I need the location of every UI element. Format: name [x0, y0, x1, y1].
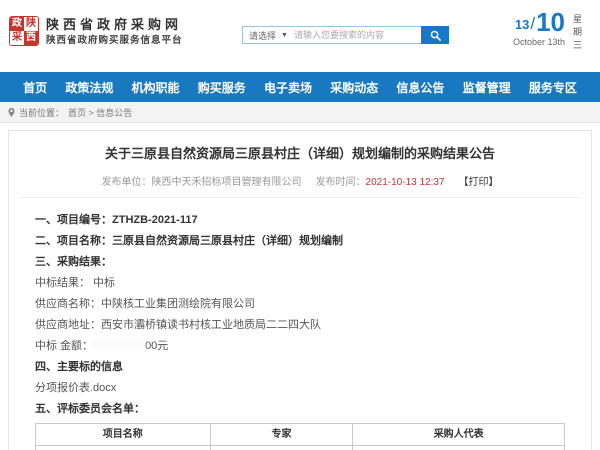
- article-body: 一、项目编号：ZTHZB-2021-117 二、项目名称：三原县自然资源局三原县…: [9, 198, 591, 450]
- site-title: 陕西省政府采购网: [46, 14, 182, 33]
- bid-amount-suffix: 00元: [145, 340, 168, 352]
- location-pin-icon: [8, 108, 15, 117]
- article-meta: 发布单位：陕西中天禾招标项目管理有限公司 发布时间：2021-10-13 12:3…: [9, 173, 591, 188]
- search-button[interactable]: [421, 26, 449, 44]
- logo-char: 西: [24, 31, 38, 45]
- chevron-down-icon: ▼: [281, 32, 288, 39]
- main-nav: 首页 政策法规 机构职能 购买服务 电子卖场 采购动态 信息公告 监督管理 服务…: [0, 72, 600, 102]
- site-logo: 政 陕 采 西: [9, 16, 39, 46]
- cell-experts: 崔芳芳、杜晓丽、魏晓英、吴枫彩、余杨文: [210, 446, 353, 450]
- date-english: October 13th: [503, 37, 565, 47]
- search-icon: [430, 30, 441, 41]
- nav-item-supervision[interactable]: 监督管理: [463, 79, 511, 96]
- nav-item-functions[interactable]: 机构职能: [132, 79, 180, 96]
- cell-project-name: 三原县自然资源局三原县村庄（详细）规划编制: [36, 446, 211, 450]
- date-month: 10: [536, 10, 565, 35]
- nav-item-announcements[interactable]: 信息公告: [396, 79, 444, 96]
- breadcrumb-path[interactable]: 首页 > 信息公告: [68, 106, 132, 119]
- article-title: 关于三原县自然资源局三原县村庄（详细）规划编制的采购结果公告: [9, 143, 591, 162]
- attachment-link[interactable]: 分项报价表.docx: [35, 381, 565, 395]
- supplier-name-line: 供应商名称：中陕核工业集团测绘院有限公司: [35, 297, 565, 311]
- nav-item-policies[interactable]: 政策法规: [65, 79, 113, 96]
- committee-table: 项目名称 专家 采购人代表 三原县自然资源局三原县村庄（详细）规划编制 崔芳芳、…: [35, 423, 565, 450]
- site-subtitle: 陕西省政府购买服务信息平台: [46, 32, 183, 46]
- logo-char: 采: [10, 31, 24, 45]
- table-row: 三原县自然资源局三原县村庄（详细）规划编制 崔芳芳、杜晓丽、魏晓英、吴枫彩、余杨…: [36, 446, 565, 450]
- weekday-label: 星期三: [572, 13, 583, 52]
- logo-char: 政: [10, 17, 24, 31]
- search-select-label: 请选择: [249, 29, 276, 42]
- table-header-row: 项目名称 专家 采购人代表: [36, 424, 565, 446]
- publish-time: 2021-10-13 12:37: [366, 177, 445, 188]
- search-bar: 请选择 ▼: [242, 26, 449, 44]
- main-subject-heading: 四、主要标的信息: [35, 360, 565, 374]
- date-numbers: 13 / 10: [503, 10, 565, 35]
- committee-heading: 五、评标委员会名单：: [35, 402, 565, 416]
- col-header-experts: 专家: [210, 424, 353, 446]
- col-header-purchaser-reps: 采购人代表: [353, 424, 565, 446]
- site-header: 政 陕 采 西 陕西省政府采购网 陕西省政府购买服务信息平台 请选择 ▼: [0, 0, 600, 72]
- project-name-line: 二、项目名称：三原县自然资源局三原县村庄（详细）规划编制: [35, 234, 565, 248]
- nav-item-service-zone[interactable]: 服务专区: [529, 79, 577, 96]
- breadcrumb-label: 当前位置：: [19, 106, 64, 119]
- cell-purchaser-reps: 李磊、路井涛: [353, 446, 565, 450]
- nav-item-home[interactable]: 首页: [23, 79, 47, 96]
- search-category-select[interactable]: 请选择 ▼: [243, 27, 294, 43]
- article-panel: 关于三原县自然资源局三原县村庄（详细）规划编制的采购结果公告 发布单位：陕西中天…: [8, 130, 592, 450]
- publisher-name: 陕西中天禾招标项目管理有限公司: [152, 177, 302, 188]
- logo-char: 陕: [24, 17, 38, 31]
- nav-item-e-marketplace[interactable]: 电子卖场: [264, 79, 312, 96]
- publish-time-label: 发布时间：: [316, 177, 366, 188]
- date-slash: /: [529, 14, 536, 35]
- bid-amount-line: 中标 金额： 00元: [35, 339, 565, 353]
- supplier-address-line: 供应商地址：西安市灞桥镇读书村核工业地质局二二四大队: [35, 318, 565, 332]
- project-number-line: 一、项目编号：ZTHZB-2021-117: [35, 213, 565, 227]
- print-button[interactable]: 【打印】: [458, 177, 498, 188]
- page: 政 陕 采 西 陕西省政府采购网 陕西省政府购买服务信息平台 请选择 ▼: [0, 0, 600, 450]
- date-block: 13 / 10 October 13th: [503, 10, 565, 47]
- bid-result-line: 中标结果： 中标: [35, 276, 565, 290]
- nav-item-purchase-services[interactable]: 购买服务: [198, 79, 246, 96]
- bid-amount-label: 中标 金额：: [35, 340, 93, 352]
- col-header-project-name: 项目名称: [36, 424, 211, 446]
- publisher-label: 发布单位：: [102, 177, 152, 188]
- procurement-result-heading: 三、采购结果：: [35, 255, 565, 269]
- redacted-amount: [93, 340, 145, 349]
- nav-item-procurement-news[interactable]: 采购动态: [330, 79, 378, 96]
- breadcrumb: 当前位置： 首页 > 信息公告: [0, 102, 600, 123]
- search-input[interactable]: [294, 27, 421, 43]
- date-day: 13: [515, 17, 529, 35]
- search-box: 请选择 ▼: [242, 26, 421, 44]
